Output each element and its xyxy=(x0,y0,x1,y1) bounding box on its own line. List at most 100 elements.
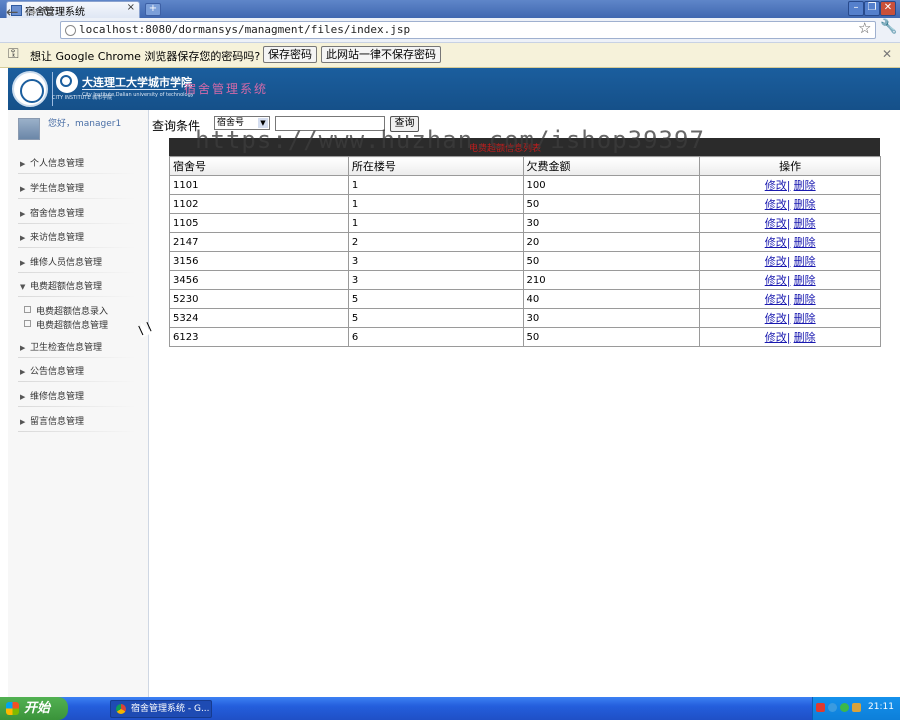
site-header: CITY INSTITUTE 城市学院 大连理工大学城市学院 City Inst… xyxy=(8,68,900,110)
query-label: 查询条件 xyxy=(152,119,201,133)
query-input[interactable] xyxy=(275,116,385,131)
sidebar-item-label: 来访信息管理 xyxy=(30,233,85,243)
school-name-cn: 大连理工大学城市学院 xyxy=(82,76,192,89)
caret-right-icon: ▶ xyxy=(20,259,26,267)
caret-right-icon: ▶ xyxy=(20,344,26,352)
infobar-close-icon[interactable]: ✕ xyxy=(882,47,892,61)
caret-right-icon: ▶ xyxy=(20,368,26,376)
tray-security-icon[interactable] xyxy=(840,703,849,712)
select-value: 宿舍号 xyxy=(217,118,245,128)
sidebar-item-visitors[interactable]: ▶ 来访信息管理 xyxy=(20,230,84,244)
edit-link[interactable]: 修改| xyxy=(765,255,791,268)
wrench-menu-icon[interactable]: 🔧 xyxy=(880,19,897,35)
new-tab-button[interactable]: + xyxy=(145,3,161,16)
delete-link[interactable]: 删除 xyxy=(794,236,816,249)
sidebar-item-personal[interactable]: ▶ 个人信息管理 xyxy=(20,156,84,170)
table-row: 1101 1 100 修改| 删除 xyxy=(169,175,881,195)
back-arrow-icon[interactable]: ← xyxy=(6,3,19,21)
sidebar-item-messages[interactable]: ▶ 留言信息管理 xyxy=(20,414,84,428)
sidebar-item-repair-staff[interactable]: ▶ 维修人员信息管理 xyxy=(20,255,102,269)
sidebar-item-hygiene[interactable]: ▶ 卫生检查信息管理 xyxy=(20,340,102,354)
sidebar-item-dorms[interactable]: ▶ 宿舍信息管理 xyxy=(20,206,84,220)
search-button[interactable]: 查询 xyxy=(390,116,419,132)
tray-network-icon[interactable] xyxy=(828,703,837,712)
caret-right-icon: ▶ xyxy=(20,210,26,218)
tray-app-icon[interactable] xyxy=(816,703,825,712)
delete-link[interactable]: 删除 xyxy=(794,293,816,306)
table-cell: 50 xyxy=(522,327,701,347)
edit-link[interactable]: 修改| xyxy=(765,236,791,249)
sidebar-item-label: 卫生检查信息管理 xyxy=(30,343,103,353)
table-cell: 3 xyxy=(347,251,524,271)
table-cell: 6123 xyxy=(169,327,349,347)
table-header-row: 宿舍号 所在楼号 欠费金额 操作 xyxy=(169,156,881,176)
electricity-table: 宿舍号 所在楼号 欠费金额 操作 1101 1 100 修改| 删除 1102 1 50 修改… xyxy=(169,156,881,347)
column-header: 欠费金额 xyxy=(522,156,701,176)
sidebar-item-repairs[interactable]: ▶ 维修信息管理 xyxy=(20,389,84,403)
delete-link[interactable]: 删除 xyxy=(794,274,816,287)
table-cell: 50 xyxy=(522,194,701,214)
page-info-icon[interactable] xyxy=(65,25,76,36)
address-url: localhost:8080/dormansys/managment/files… xyxy=(79,23,411,36)
sidebar-item-notices[interactable]: ▶ 公告信息管理 xyxy=(20,364,84,378)
minimize-icon[interactable]: – xyxy=(848,1,864,16)
edit-link[interactable]: 修改| xyxy=(765,274,791,287)
delete-link[interactable]: 删除 xyxy=(794,312,816,325)
address-bar[interactable]: localhost:8080/dormansys/managment/files… xyxy=(60,21,876,39)
column-header: 宿舍号 xyxy=(169,156,349,176)
reload-icon[interactable]: ↻ xyxy=(42,3,55,21)
sidebar-item-label: 宿舍信息管理 xyxy=(30,209,85,219)
never-save-button[interactable]: 此网站一律不保存密码 xyxy=(321,46,441,63)
restore-icon[interactable]: ❐ xyxy=(864,1,880,16)
edit-link[interactable]: 修改| xyxy=(765,179,791,192)
forward-arrow-icon[interactable]: → xyxy=(24,3,37,21)
sidebar-item-students[interactable]: ▶ 学生信息管理 xyxy=(20,181,84,195)
table-row: 5324 5 30 修改| 删除 xyxy=(169,308,881,328)
table-row: 6123 6 50 修改| 删除 xyxy=(169,327,881,347)
table-row: 2147 2 20 修改| 删除 xyxy=(169,232,881,252)
window-close-icon[interactable]: ✕ xyxy=(880,1,896,16)
submenu-electricity-entry[interactable]: 电费超额信息录入 xyxy=(24,304,108,317)
caret-right-icon: ▶ xyxy=(20,160,26,168)
chrome-icon xyxy=(116,704,126,714)
sidebar-item-electricity[interactable]: ▼ 电费超额信息管理 xyxy=(20,279,102,293)
table-cell: 3156 xyxy=(169,251,349,271)
table-cell: 5230 xyxy=(169,289,349,309)
school-name-rule xyxy=(82,89,178,90)
table-cell-actions: 修改| 删除 xyxy=(699,308,881,328)
table-row: 3156 3 50 修改| 删除 xyxy=(169,251,881,271)
system-name: 宿舍管理系统 xyxy=(184,82,269,96)
menu-divider xyxy=(18,223,136,224)
column-header: 操作 xyxy=(699,156,881,176)
caret-down-icon: ▼ xyxy=(20,283,26,291)
table-cell: 50 xyxy=(522,251,701,271)
menu-divider xyxy=(18,431,136,432)
tab-close-icon[interactable]: × xyxy=(127,2,135,13)
delete-link[interactable]: 删除 xyxy=(794,331,816,344)
tray-volume-icon[interactable] xyxy=(852,703,861,712)
delete-link[interactable]: 删除 xyxy=(794,217,816,230)
save-password-button[interactable]: 保存密码 xyxy=(263,46,317,63)
bookmark-star-icon[interactable]: ☆ xyxy=(858,19,871,37)
menu-divider xyxy=(18,381,136,382)
delete-link[interactable]: 删除 xyxy=(794,198,816,211)
table-cell-actions: 修改| 删除 xyxy=(699,251,881,271)
caret-right-icon: ▶ xyxy=(20,185,26,193)
table-cell: 1 xyxy=(347,213,524,233)
delete-link[interactable]: 删除 xyxy=(794,255,816,268)
table-cell: 2147 xyxy=(169,232,349,252)
edit-link[interactable]: 修改| xyxy=(765,331,791,344)
delete-link[interactable]: 删除 xyxy=(794,179,816,192)
table-row: 3456 3 210 修改| 删除 xyxy=(169,270,881,290)
edit-link[interactable]: 修改| xyxy=(765,217,791,230)
table-cell: 3456 xyxy=(169,270,349,290)
windows-logo-icon xyxy=(6,702,19,715)
edit-link[interactable]: 修改| xyxy=(765,293,791,306)
submenu-label: 电费超额信息录入 xyxy=(36,307,109,317)
edit-link[interactable]: 修改| xyxy=(765,198,791,211)
query-field-select[interactable]: 宿舍号 ▼ xyxy=(214,116,270,130)
sidebar-item-label: 学生信息管理 xyxy=(30,184,85,194)
table-cell: 3 xyxy=(347,270,524,290)
edit-link[interactable]: 修改| xyxy=(765,312,791,325)
submenu-electricity-manage[interactable]: 电费超额信息管理 xyxy=(24,318,108,331)
